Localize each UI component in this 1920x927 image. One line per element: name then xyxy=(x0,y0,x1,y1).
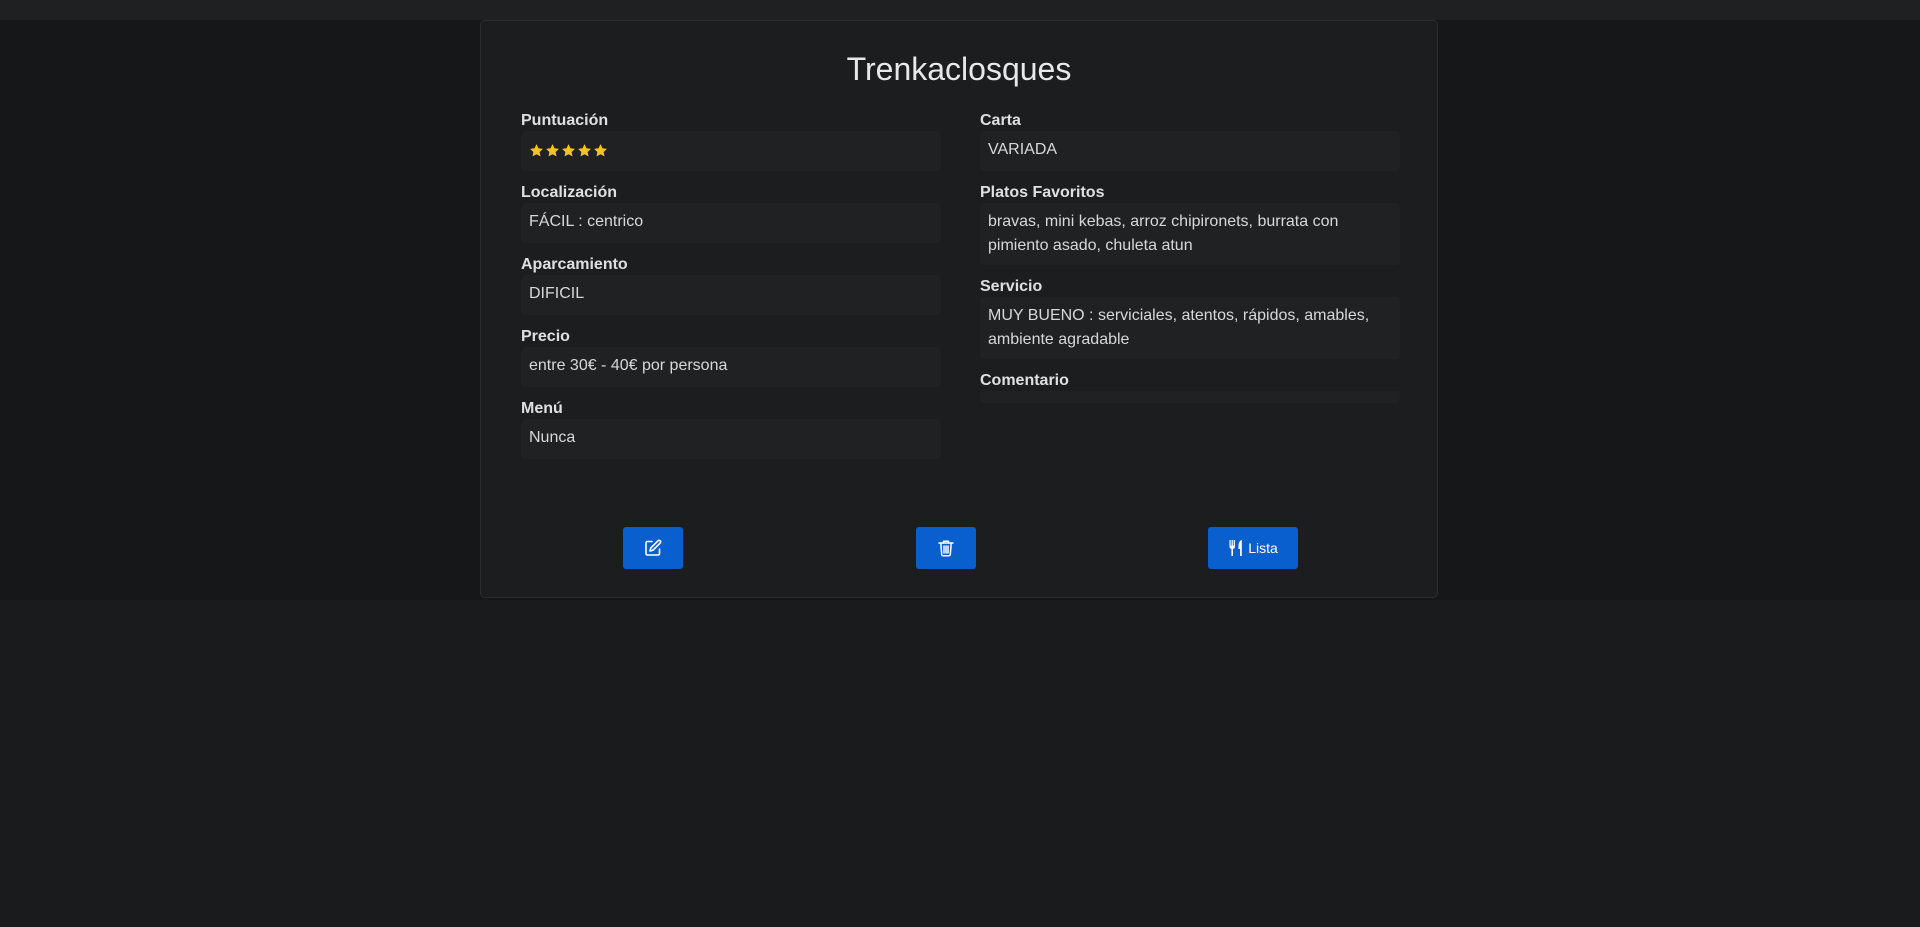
field-puntuacion: Puntuación xyxy=(521,111,941,171)
field-label: Carta xyxy=(980,112,1021,129)
field-value: FÁCIL : centrico xyxy=(521,203,941,243)
right-column: Carta VARIADA Platos Favoritos bravas, m… xyxy=(980,111,1400,415)
left-column: Puntuación Localización FÁCIL : centrico… xyxy=(521,111,941,471)
edit-button[interactable] xyxy=(623,527,683,569)
field-label: Comentario xyxy=(980,372,1069,389)
field-comentario: Comentario xyxy=(980,371,1400,403)
field-label: Puntuación xyxy=(521,112,609,129)
utensils-icon xyxy=(1228,539,1246,557)
field-precio: Precio entre 30€ - 40€ por persona xyxy=(521,327,941,387)
star-icon xyxy=(578,143,591,156)
field-platos-favoritos: Platos Favoritos bravas, mini kebas, arr… xyxy=(980,183,1400,265)
star-icon xyxy=(530,143,543,156)
field-label: Menú xyxy=(521,400,563,417)
star-rating xyxy=(529,138,933,162)
field-label: Servicio xyxy=(980,278,1043,295)
field-value: entre 30€ - 40€ por persona xyxy=(521,347,941,387)
restaurant-card: Trenkaclosques Puntuación Localización F… xyxy=(480,20,1438,598)
field-carta: Carta VARIADA xyxy=(980,111,1400,171)
list-button[interactable]: Lista xyxy=(1208,527,1298,569)
list-button-label: Lista xyxy=(1248,540,1278,556)
field-aparcamiento: Aparcamiento DIFICIL xyxy=(521,255,941,315)
field-label: Precio xyxy=(521,328,570,345)
delete-button[interactable] xyxy=(916,527,976,569)
top-bar xyxy=(0,0,1920,20)
field-menu: Menú Nunca xyxy=(521,399,941,459)
field-value: DIFICIL xyxy=(521,275,941,315)
rating-value xyxy=(521,131,941,171)
field-label: Localización xyxy=(521,184,618,201)
field-value: VARIADA xyxy=(980,131,1400,171)
star-icon xyxy=(594,143,607,156)
trash-icon xyxy=(936,538,956,558)
field-label: Platos Favoritos xyxy=(980,184,1105,201)
field-localizacion: Localización FÁCIL : centrico xyxy=(521,183,941,243)
field-value: bravas, mini kebas, arroz chipironets, b… xyxy=(980,203,1400,265)
star-icon xyxy=(546,143,559,156)
field-servicio: Servicio MUY BUENO : serviciales, atento… xyxy=(980,277,1400,359)
field-value xyxy=(980,391,1400,403)
field-value: Nunca xyxy=(521,419,941,459)
restaurant-title: Trenkaclosques xyxy=(846,51,1072,87)
pencil-square-icon xyxy=(643,538,663,558)
field-value: MUY BUENO : serviciales, atentos, rápido… xyxy=(980,297,1400,359)
star-icon xyxy=(562,143,575,156)
field-label: Aparcamiento xyxy=(521,256,628,273)
